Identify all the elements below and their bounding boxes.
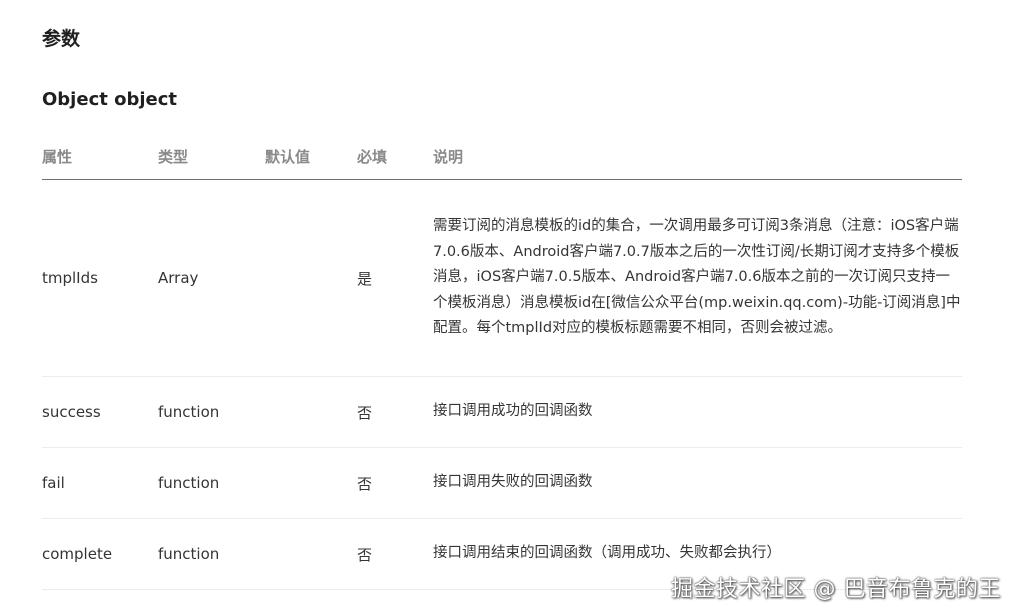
param-name: tmplIds: [42, 179, 158, 377]
header-desc: 说明: [433, 133, 962, 180]
param-required: 否: [357, 447, 433, 519]
param-default: [265, 376, 357, 448]
table-row-fail: fail function 否 接口调用失败的回调函数: [42, 447, 962, 519]
header-attr: 属性: [42, 133, 158, 180]
header-required: 必填: [357, 133, 433, 180]
param-required: 否: [357, 376, 433, 448]
param-type: function: [158, 447, 265, 519]
param-required: 是: [357, 179, 433, 377]
params-table: 属性 类型 默认值 必填 说明 tmplIds Array 是 需要订阅的消息模…: [42, 133, 962, 590]
table-row-tmplids: tmplIds Array 是 需要订阅的消息模板的id的集合，一次调用最多可订…: [42, 179, 962, 377]
param-default: [265, 179, 357, 377]
table-row-success: success function 否 接口调用成功的回调函数: [42, 376, 962, 448]
section-title: 参数: [42, 28, 81, 50]
param-type: Array: [158, 179, 265, 377]
param-default: [265, 447, 357, 519]
param-default: [265, 518, 357, 590]
param-type: function: [158, 376, 265, 448]
param-desc: 需要订阅的消息模板的id的集合，一次调用最多可订阅3条消息（注意：iOS客户端7…: [433, 179, 962, 377]
param-desc: 接口调用失败的回调函数: [433, 447, 962, 519]
object-title: Object object: [42, 89, 178, 110]
table-header-row: 属性 类型 默认值 必填 说明: [42, 133, 962, 180]
param-type: function: [158, 518, 265, 590]
param-desc: 接口调用成功的回调函数: [433, 376, 962, 448]
param-name: complete: [42, 518, 158, 590]
param-required: 否: [357, 518, 433, 590]
watermark: 掘金技术社区 @ 巴音布鲁克的王: [671, 577, 1001, 602]
param-name: success: [42, 376, 158, 448]
header-default: 默认值: [265, 133, 357, 180]
header-type: 类型: [158, 133, 265, 180]
param-name: fail: [42, 447, 158, 519]
